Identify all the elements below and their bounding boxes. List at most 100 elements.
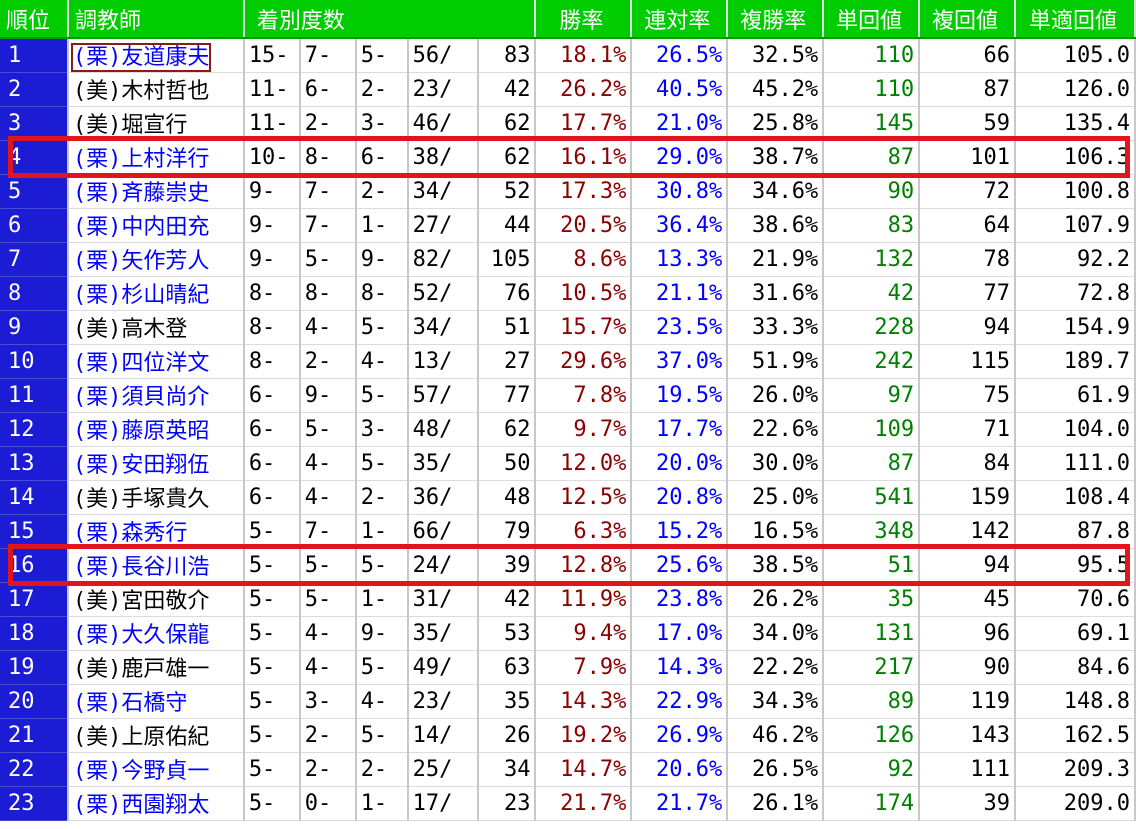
trainer-name-cell[interactable]: (栗)今野貞一	[67, 752, 245, 787]
rank-cell: 3	[0, 106, 69, 141]
record-first: 6-	[243, 378, 301, 413]
table-row[interactable]: 9 (美)高木登 8- 4- 5- 34/51 15.7% 23.5% 33.3% 228 94 15…	[0, 310, 1136, 345]
trainer-name-cell[interactable]: (栗)斉藤崇史	[67, 174, 245, 209]
table-row[interactable]: 3 (美)堀宣行 11- 2- 3- 46/62 17.7% 21.0% 25.8% 145 59 1…	[0, 106, 1136, 141]
record-third: 4-	[355, 684, 409, 719]
place-rate-cell: 26.9%	[631, 718, 729, 753]
record-first: 6-	[243, 412, 301, 447]
trainer-name-cell[interactable]: (栗)安田翔伍	[67, 446, 245, 481]
record-total: 23	[477, 786, 537, 821]
show-return-cell: 64	[919, 208, 1016, 243]
record-unplaced: 56/	[407, 38, 479, 73]
table-row[interactable]: 23 (栗)西園翔太 5- 0- 1- 17/23 21.7% 21.7% 26.1% 174 39…	[0, 786, 1136, 821]
header-rank[interactable]: 順位	[0, 0, 69, 39]
place-rate-cell: 15.2%	[631, 514, 729, 549]
trainer-name-link[interactable]: (栗)安田翔伍	[73, 453, 210, 478]
table-row[interactable]: 21 (美)上原佑紀 5- 2- 5- 14/26 19.2% 26.9% 46.2% 126 14…	[0, 718, 1136, 753]
table-row[interactable]: 20 (栗)石橋守 5- 3- 4- 23/35 14.3% 22.9% 34.3% 89 119 1…	[0, 684, 1136, 719]
trainer-name-cell[interactable]: (栗)須貝尚介	[67, 378, 245, 413]
table-row[interactable]: 5 (栗)斉藤崇史 9- 7- 2- 34/52 17.3% 30.8% 34.6% 90 72 10…	[0, 174, 1136, 209]
table-row[interactable]: 15 (栗)森秀行 5- 7- 1- 66/79 6.3% 15.2% 16.5% 348 142 8…	[0, 514, 1136, 549]
show-return-cell: 77	[919, 276, 1016, 311]
table-row[interactable]: 17 (美)宮田敬介 5- 5- 1- 31/42 11.9% 23.8% 26.2% 35 45 7…	[0, 582, 1136, 617]
trainer-name-link[interactable]: (栗)今野貞一	[73, 759, 210, 784]
trainer-name-link[interactable]: (栗)四位洋文	[73, 351, 210, 376]
table-row[interactable]: 6 (栗)中内田充 9- 7- 1- 27/44 20.5% 36.4% 38.6% 83 64 10…	[0, 208, 1136, 243]
record-total: 35	[477, 684, 537, 719]
record-total: 51	[477, 310, 537, 345]
trainer-stats-table: 順位 調教師 着別度数 勝率 連対率 複勝率 単回値 複回値 単適回値 1 (栗)…	[0, 0, 1136, 821]
record-third: 1-	[355, 514, 409, 549]
record-third: 9-	[355, 616, 409, 651]
table-row[interactable]: 19 (美)鹿戸雄一 5- 4- 5- 49/63 7.9% 14.3% 22.2% 217 90 8…	[0, 650, 1136, 685]
record-second: 4-	[299, 310, 357, 345]
record-second: 5-	[299, 582, 357, 617]
trainer-name-link[interactable]: (栗)長谷川浩	[73, 555, 210, 580]
record-third: 1-	[355, 208, 409, 243]
trainer-name-cell[interactable]: (栗)四位洋文	[67, 344, 245, 379]
table-row[interactable]: 11 (栗)須貝尚介 6- 9- 5- 57/77 7.8% 19.5% 26.0% 97 75 61…	[0, 378, 1136, 413]
header-place-rate[interactable]: 連対率	[631, 0, 729, 39]
record-second: 7-	[299, 174, 357, 209]
trainer-name-link[interactable]: (栗)西園翔太	[73, 793, 210, 818]
trainer-name-link[interactable]: (栗)大久保龍	[73, 623, 210, 648]
record-third: 5-	[355, 548, 409, 583]
trainer-name-cell[interactable]: (栗)矢作芳人	[67, 242, 245, 277]
rank-cell: 4	[0, 140, 69, 175]
table-row[interactable]: 8 (栗)杉山晴紀 8- 8- 8- 52/76 10.5% 21.1% 31.6% 42 77 72…	[0, 276, 1136, 311]
rank-cell: 7	[0, 242, 69, 277]
table-row[interactable]: 4 (栗)上村洋行 10- 8- 6- 38/62 16.1% 29.0% 38.7% 87 101…	[0, 140, 1136, 175]
table-row[interactable]: 18 (栗)大久保龍 5- 4- 9- 35/53 9.4% 17.0% 34.0% 131 96 6…	[0, 616, 1136, 651]
table-row[interactable]: 1 (栗)友道康夫 15- 7- 5- 56/83 18.1% 26.5% 32.5% 110 66…	[0, 38, 1136, 73]
trainer-name-link[interactable]: (栗)杉山晴紀	[73, 283, 210, 308]
trainer-name-link[interactable]: (栗)上村洋行	[73, 147, 210, 172]
header-win-rate[interactable]: 勝率	[535, 0, 633, 39]
trainer-name-cell[interactable]: (栗)大久保龍	[67, 616, 245, 651]
table-row[interactable]: 22 (栗)今野貞一 5- 2- 2- 25/34 14.7% 20.6% 26.5% 92 111…	[0, 752, 1136, 787]
win-return-cell: 87	[823, 140, 921, 175]
win-return-cell: 90	[823, 174, 921, 209]
table-row[interactable]: 7 (栗)矢作芳人 9- 5- 9- 82/105 8.6% 13.3% 21.9% 132 78 9…	[0, 242, 1136, 277]
trainer-name-link[interactable]: (栗)友道康夫	[70, 43, 212, 71]
header-win-return[interactable]: 単回値	[823, 0, 921, 39]
win-rate-cell: 19.2%	[535, 718, 633, 753]
header-adjusted-return[interactable]: 単適回値	[1014, 0, 1136, 39]
table-row[interactable]: 2 (美)木村哲也 11- 6- 2- 23/42 26.2% 40.5% 45.2% 110 87…	[0, 72, 1136, 107]
show-rate-cell: 46.2%	[727, 718, 825, 753]
trainer-name-cell[interactable]: (栗)藤原英昭	[67, 412, 245, 447]
trainer-name-link[interactable]: (栗)須貝尚介	[73, 385, 210, 410]
trainer-name-cell[interactable]: (栗)杉山晴紀	[67, 276, 245, 311]
header-show-rate[interactable]: 複勝率	[727, 0, 825, 39]
record-second: 3-	[299, 684, 357, 719]
trainer-name-link[interactable]: (栗)矢作芳人	[73, 249, 210, 274]
trainer-name-cell[interactable]: (栗)森秀行	[67, 514, 245, 549]
record-third: 3-	[355, 106, 409, 141]
trainer-name-cell[interactable]: (栗)石橋守	[67, 684, 245, 719]
show-rate-cell: 26.5%	[727, 752, 825, 787]
trainer-name-cell[interactable]: (栗)西園翔太	[67, 786, 245, 821]
show-return-cell: 96	[919, 616, 1016, 651]
show-rate-cell: 31.6%	[727, 276, 825, 311]
trainer-name-link[interactable]: (栗)中内田充	[73, 215, 210, 240]
table-row[interactable]: 16 (栗)長谷川浩 5- 5- 5- 24/39 12.8% 25.6% 38.5% 51 94 9…	[0, 548, 1136, 583]
trainer-name-cell[interactable]: (栗)上村洋行	[67, 140, 245, 175]
table-row[interactable]: 13 (栗)安田翔伍 6- 4- 5- 35/50 12.0% 20.0% 30.0% 87 84 1…	[0, 446, 1136, 481]
table-row[interactable]: 14 (美)手塚貴久 6- 4- 2- 36/48 12.5% 20.8% 25.0% 541 15…	[0, 480, 1136, 515]
adjusted-return-cell: 72.8	[1014, 276, 1136, 311]
show-return-cell: 66	[919, 38, 1016, 73]
record-third: 5-	[355, 650, 409, 685]
trainer-name-link[interactable]: (栗)藤原英昭	[73, 419, 210, 444]
header-record[interactable]: 着別度数	[243, 0, 537, 39]
header-show-return[interactable]: 複回値	[919, 0, 1016, 39]
header-trainer[interactable]: 調教師	[67, 0, 245, 39]
record-unplaced: 66/	[407, 514, 479, 549]
table-row[interactable]: 10 (栗)四位洋文 8- 2- 4- 13/27 29.6% 37.0% 51.9% 242 11…	[0, 344, 1136, 379]
trainer-name-cell[interactable]: (栗)長谷川浩	[67, 548, 245, 583]
table-row[interactable]: 12 (栗)藤原英昭 6- 5- 3- 48/62 9.7% 17.7% 22.6% 109 71 1…	[0, 412, 1136, 447]
trainer-name-link[interactable]: (栗)石橋守	[73, 691, 188, 716]
record-second: 2-	[299, 344, 357, 379]
trainer-name-link[interactable]: (栗)斉藤崇史	[73, 181, 210, 206]
trainer-name-link[interactable]: (栗)森秀行	[73, 521, 188, 546]
trainer-name-cell[interactable]: (栗)中内田充	[67, 208, 245, 243]
trainer-name-cell[interactable]: (栗)友道康夫	[67, 38, 245, 73]
